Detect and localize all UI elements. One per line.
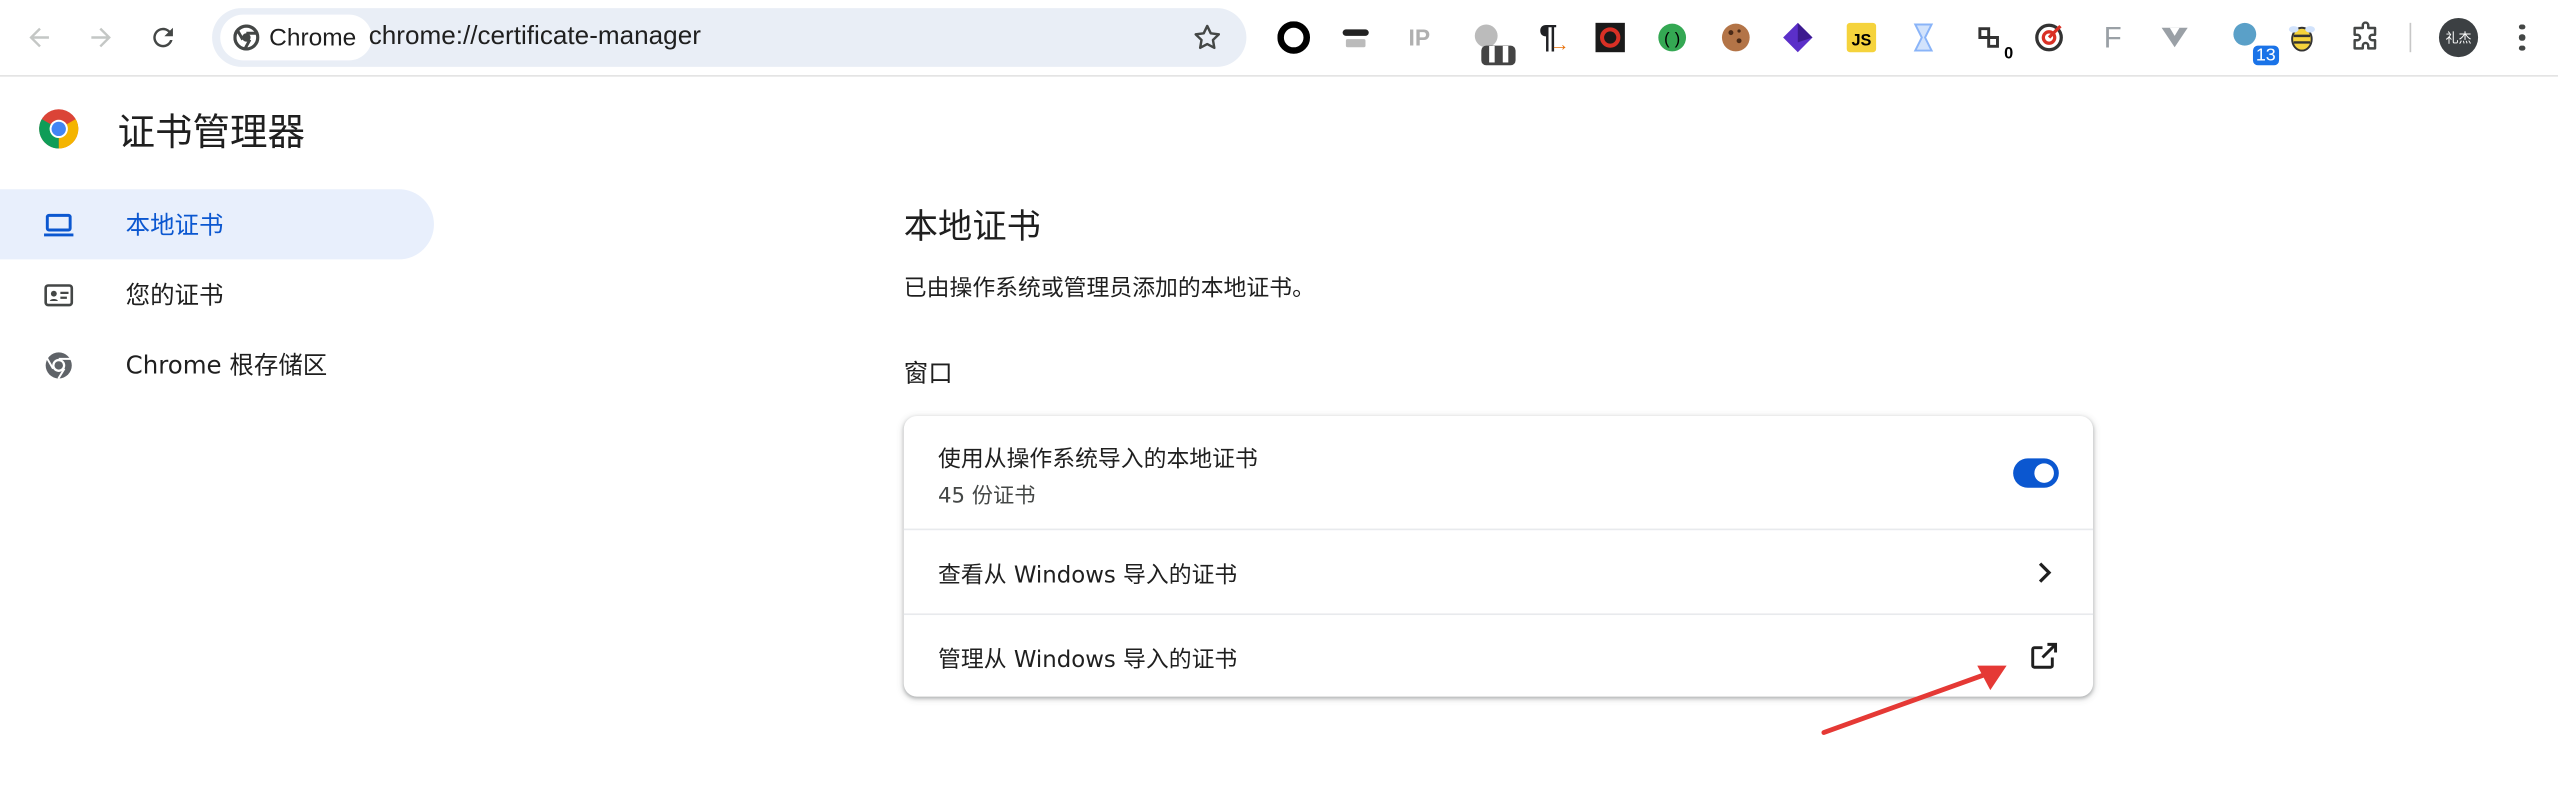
certificate-count: 45 份证书 [938,484,1036,509]
blue-count-badge: 13 [2252,45,2280,66]
svg-text:(): () [1662,30,1682,49]
site-info-chip[interactable]: Chrome [220,14,373,61]
address-bar[interactable]: Chrome chrome://certificate-manager [212,8,1247,67]
bookmark-star-icon[interactable] [1191,21,1224,54]
svg-text:JS: JS [1851,32,1871,50]
pause-extension-icon[interactable]: ❚❚ [1467,16,1516,66]
row-label: 查看从 Windows 导入的证书 [938,562,1238,589]
sidebar-item-label: 本地证书 [125,210,224,240]
circle-extension-icon[interactable] [1272,16,1314,58]
view-windows-certificates-row[interactable]: 查看从 Windows 导入的证书 [903,528,2094,615]
laptop-icon [44,213,74,237]
ip-extension-label: IP [1408,24,1431,51]
avatar-text: 礼杰 [2445,30,2472,45]
reload-icon [153,27,173,48]
mask-extension-icon[interactable] [1334,16,1376,58]
purple-cube-extension-icon[interactable] [1777,16,1819,58]
browser-toolbar: Chrome chrome://certificate-manager IP ❚… [0,0,2558,77]
page-title: 证书管理器 [117,112,306,155]
puzzle-extensions-icon[interactable] [2344,16,2386,58]
f-extension-icon[interactable]: F [2091,16,2133,58]
badge-extension-icon[interactable]: 13 [2224,16,2280,66]
bee-extension-icon[interactable] [2281,16,2323,58]
hourglass-extension-icon[interactable] [1902,16,1944,58]
green-circle-extension-icon[interactable]: () [1651,16,1693,58]
row-label: 管理从 Windows 导入的证书 [938,647,1238,674]
section-title: 本地证书 [903,207,1041,247]
pause-badge: ❚❚ [1481,45,1516,66]
sidebar-item-your-certificates[interactable]: 您的证书 [0,259,434,329]
chrome-logo-icon [39,109,79,149]
url-text[interactable]: chrome://certificate-manager [369,8,701,67]
cookie-extension-icon[interactable] [1715,16,1757,58]
id-card-icon [44,284,74,307]
chevron-right-icon [2038,562,2052,583]
sidebar-item-chrome-root-store[interactable]: Chrome 根存储区 [0,330,434,400]
site-chip-label: Chrome [269,23,357,52]
js-extension-icon[interactable]: JS [1840,16,1882,58]
pilcrow-extension-icon[interactable]: ¶ → [1527,16,1569,58]
annotation-arrow-icon [1821,665,2007,735]
counter-extension-icon[interactable]: 0 [1967,16,2017,66]
toggle-knob [2034,463,2054,483]
sidebar-item-local-certificates[interactable]: 本地证书 [0,189,434,260]
section-description: 已由操作系统或管理员添加的本地证书。 [903,275,1315,302]
target-extension-icon[interactable] [2028,16,2070,58]
chrome-icon [233,24,260,51]
use-os-certificates-toggle[interactable] [2013,458,2059,488]
f-extension-label: F [2103,20,2122,54]
profile-avatar[interactable]: 礼杰 [2438,17,2479,58]
red-box-extension-icon[interactable] [1589,16,1631,58]
external-link-icon[interactable] [2028,640,2061,673]
back-button[interactable] [15,13,64,62]
windows-subheading: 窗口 [903,358,953,389]
counter-badge: 0 [2000,45,2017,66]
use-os-certificates-row[interactable]: 使用从操作系统导入的本地证书 45 份证书 [904,416,2093,529]
chrome-icon [45,352,72,379]
reload-button[interactable] [139,13,188,62]
forward-arrow-icon [91,27,111,48]
local-certificates-card: 使用从操作系统导入的本地证书 45 份证书 查看从 Windows 导入的证书 … [903,416,2094,697]
forward-button[interactable] [77,13,126,62]
toolbar-separator [2409,22,2412,53]
back-arrow-icon [29,27,49,48]
sidebar-item-label: 您的证书 [125,280,224,310]
ip-extension-icon[interactable]: IP [1398,16,1440,58]
more-menu-icon[interactable] [2506,16,2539,58]
row-label: 使用从操作系统导入的本地证书 [938,447,1258,474]
sidebar-item-label: Chrome 根存储区 [125,350,328,381]
v-extension-icon[interactable] [2153,16,2195,58]
